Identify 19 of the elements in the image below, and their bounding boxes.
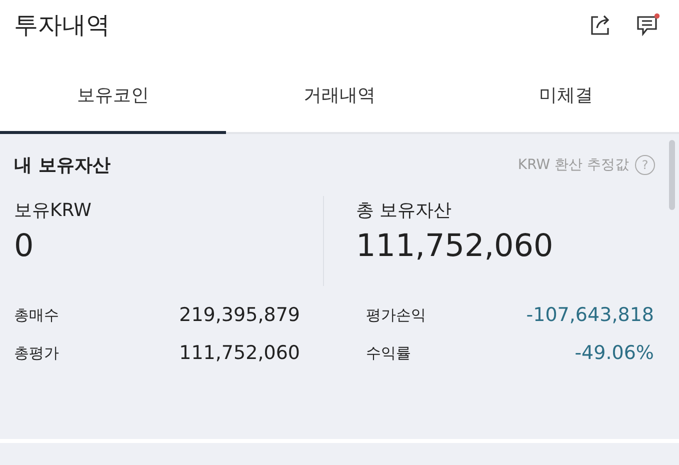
note-text: KRW 환산 추정값 (518, 156, 629, 174)
tab[interactable]: 거래내역 (226, 50, 453, 134)
tab[interactable]: 미체결 (452, 50, 679, 134)
stat-label: 총평가 (14, 344, 59, 362)
summary-value: 111,752,060 (356, 228, 554, 264)
summary-label: 보유KRW (14, 199, 92, 222)
scrollbar[interactable] (669, 140, 675, 210)
page-title: 투자내역 (14, 10, 110, 41)
stat-label: 총매수 (14, 306, 59, 324)
stat-value: -107,643,818 (526, 304, 654, 326)
summary-value: 0 (14, 228, 35, 264)
stat-label: 평가손익 (366, 306, 426, 324)
chat-icon[interactable] (635, 12, 661, 38)
section-title: 내 보유자산 (14, 154, 110, 177)
stat-label: 수익률 (366, 344, 411, 362)
stat-value: -49.06% (574, 342, 654, 364)
stat-value: 111,752,060 (179, 342, 300, 364)
summary-label: 총 보유자산 (356, 199, 453, 222)
stat-value: 219,395,879 (179, 304, 300, 326)
